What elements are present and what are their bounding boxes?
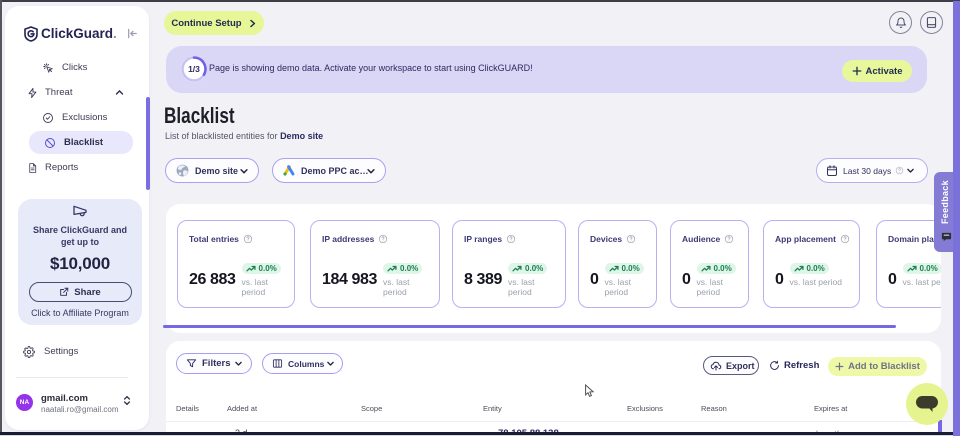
svg-text:1/3: 1/3	[188, 64, 200, 74]
